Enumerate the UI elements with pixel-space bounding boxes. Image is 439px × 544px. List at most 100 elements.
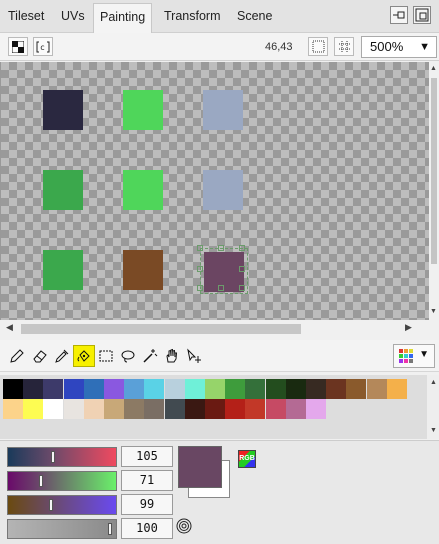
palette-swatch[interactable] <box>205 379 225 399</box>
palette-swatch[interactable] <box>124 399 145 419</box>
canvas-vertical-scrollbar[interactable]: ▲ ▼ <box>429 62 439 320</box>
code-button[interactable]: c <box>33 37 53 56</box>
palette-swatch[interactable] <box>346 379 367 399</box>
magic-wand-tool-button[interactable] <box>139 345 161 367</box>
scroll-right-icon[interactable]: ▶ <box>405 322 412 333</box>
pencil-tool-button[interactable] <box>6 345 28 367</box>
grid-icon <box>338 41 350 52</box>
checker-toggle-button[interactable] <box>8 37 28 56</box>
selection-handle[interactable] <box>239 285 245 291</box>
tile-grid-toggle-button[interactable] <box>334 37 354 56</box>
red-value-field[interactable]: 105 <box>121 446 173 467</box>
pan-tool-button[interactable] <box>161 345 183 367</box>
selection-handle[interactable] <box>218 245 224 251</box>
palette-swatch[interactable] <box>23 379 44 399</box>
palette-swatch[interactable] <box>184 399 205 419</box>
zoom-select[interactable]: 500% ▼ <box>361 36 437 58</box>
green-slider[interactable] <box>7 471 117 491</box>
palette-swatch[interactable] <box>104 379 124 399</box>
green-value-field[interactable]: 71 <box>121 470 173 491</box>
selection-handle[interactable] <box>197 245 203 251</box>
tab-scene[interactable]: Scene <box>237 6 272 28</box>
selection-handle[interactable] <box>218 285 224 291</box>
palette-swatch[interactable] <box>205 399 225 419</box>
palette-swatch[interactable] <box>43 399 64 419</box>
palette-swatch[interactable] <box>124 379 145 399</box>
tab-transform[interactable]: Transform <box>164 6 221 28</box>
palette-swatch[interactable] <box>164 379 185 399</box>
alpha-slider[interactable] <box>7 519 117 539</box>
slider-knob[interactable] <box>108 523 112 535</box>
eraser-tool-button[interactable] <box>29 345 51 367</box>
tab-painting[interactable]: Painting <box>93 3 153 33</box>
palette-swatch[interactable] <box>63 399 84 419</box>
palette-swatch[interactable] <box>144 379 165 399</box>
palette-swatch[interactable] <box>326 379 347 399</box>
paint-canvas[interactable] <box>0 62 429 320</box>
tab-tileset[interactable]: Tileset <box>8 6 44 28</box>
eyedropper-tool-button[interactable] <box>51 345 73 367</box>
selection-handle[interactable] <box>239 245 245 251</box>
scrollbar-thumb[interactable] <box>431 78 437 264</box>
maximize-button[interactable] <box>413 6 431 24</box>
scroll-down-icon[interactable]: ▼ <box>430 308 437 315</box>
fill-tool-button[interactable] <box>73 345 95 367</box>
rect-select-tool-button[interactable] <box>95 345 117 367</box>
palette-swatch[interactable] <box>285 379 306 399</box>
undock-button[interactable] <box>390 6 408 24</box>
palette-swatch[interactable] <box>285 399 306 419</box>
tile-swatch <box>123 170 163 210</box>
palette-swatch[interactable] <box>366 379 387 399</box>
palette-swatch[interactable] <box>265 379 286 399</box>
lasso-tool-button[interactable] <box>117 345 139 367</box>
blue-slider[interactable] <box>7 495 117 515</box>
dotted-square-icon <box>312 40 324 53</box>
tile-swatch <box>203 170 243 210</box>
palette-scrollbar[interactable]: ▲ ▼ <box>427 375 439 439</box>
palette-swatch[interactable] <box>104 399 124 419</box>
scrollbar-thumb[interactable] <box>21 324 301 334</box>
palette-swatch[interactable] <box>3 379 23 399</box>
scroll-down-icon[interactable]: ▼ <box>430 427 437 434</box>
palette-swatch[interactable] <box>184 379 205 399</box>
palette-view-dropdown[interactable]: ▼ <box>393 344 435 368</box>
palette-swatch[interactable] <box>225 399 246 419</box>
palette-swatch[interactable] <box>245 379 266 399</box>
selection-box[interactable] <box>197 245 248 294</box>
scroll-up-icon[interactable]: ▲ <box>430 379 437 386</box>
selection-handle[interactable] <box>239 266 245 272</box>
slider-knob[interactable] <box>38 475 43 487</box>
palette-swatch[interactable] <box>225 379 246 399</box>
palette-swatch[interactable] <box>63 379 84 399</box>
rgb-mode-button[interactable]: RGB <box>238 450 256 468</box>
selection-handle[interactable] <box>197 266 203 272</box>
palette-swatch[interactable] <box>306 399 326 419</box>
palette-swatch[interactable] <box>386 379 407 399</box>
slider-knob[interactable] <box>51 451 56 463</box>
palette-swatch[interactable] <box>23 399 44 419</box>
move-selection-tool-button[interactable] <box>183 345 205 367</box>
current-color-swatch[interactable] <box>178 446 222 488</box>
tile-swatch <box>203 90 243 130</box>
palette-swatch[interactable] <box>83 379 104 399</box>
palette-swatch[interactable] <box>164 399 185 419</box>
pixel-grid-toggle-button[interactable] <box>308 37 328 56</box>
canvas-horizontal-scrollbar[interactable]: ◀ ▶ <box>0 320 429 337</box>
alpha-value-field[interactable]: 100 <box>121 518 173 539</box>
zoom-value: 500% <box>370 39 404 54</box>
red-slider[interactable] <box>7 447 117 467</box>
palette-swatch[interactable] <box>43 379 64 399</box>
scroll-up-icon[interactable]: ▲ <box>430 65 437 72</box>
tab-uvs[interactable]: UVs <box>61 6 85 28</box>
palette-swatch[interactable] <box>245 399 266 419</box>
palette-swatch[interactable] <box>83 399 104 419</box>
blue-value-field[interactable]: 99 <box>121 494 173 515</box>
selection-handle[interactable] <box>197 285 203 291</box>
scroll-left-icon[interactable]: ◀ <box>6 322 13 333</box>
palette-swatch[interactable] <box>3 399 23 419</box>
palette-swatch[interactable] <box>144 399 165 419</box>
palette-swatch[interactable] <box>265 399 286 419</box>
slider-knob[interactable] <box>49 499 54 511</box>
color-wheel-button[interactable] <box>175 517 193 535</box>
palette-swatch[interactable] <box>306 379 326 399</box>
